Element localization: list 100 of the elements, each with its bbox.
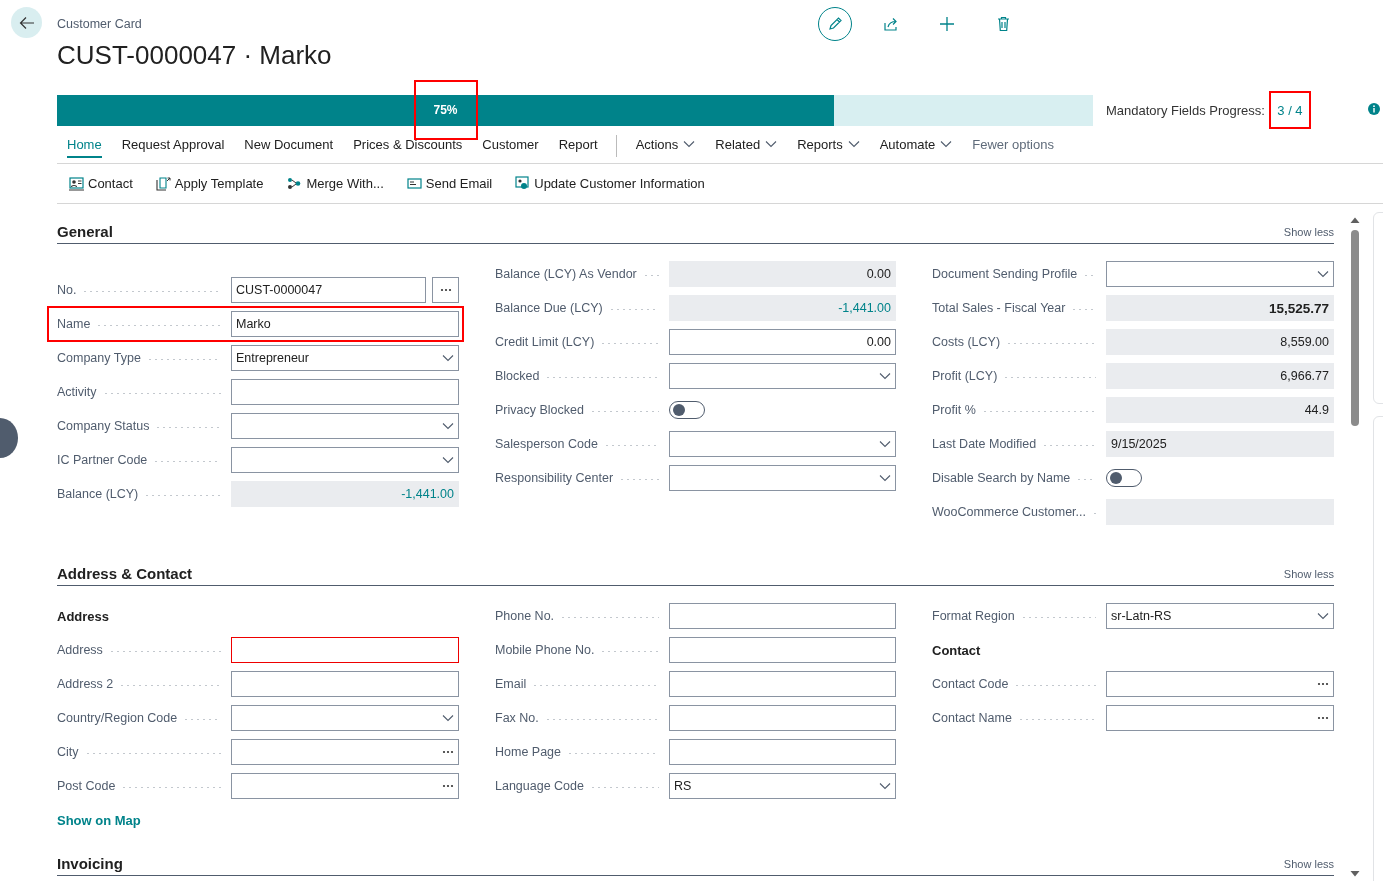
ellipsis-icon — [442, 784, 454, 788]
lookup-button[interactable] — [432, 277, 459, 303]
lookup-field[interactable] — [231, 739, 459, 765]
field-label: Last Date Modified — [932, 437, 1037, 451]
lookup-field[interactable] — [1106, 671, 1334, 697]
email-icon — [406, 178, 422, 189]
dropdown-field[interactable] — [669, 363, 896, 389]
readonly-field: 9/15/2025 — [1106, 431, 1334, 457]
show-on-map-link[interactable]: Show on Map — [57, 812, 141, 828]
chevron-down-icon — [879, 440, 891, 448]
dropdown-field[interactable] — [669, 431, 896, 457]
chevron-down-icon — [765, 140, 778, 148]
info-icon — [1367, 102, 1380, 115]
action-button[interactable]: Update Customer Information — [515, 176, 705, 191]
drilldown-field[interactable]: -1,441.00 — [231, 481, 459, 507]
progress-count: 3 / 4 — [1277, 102, 1303, 118]
chevron-down-icon — [1317, 612, 1329, 620]
dropdown-field[interactable]: RS — [669, 773, 896, 799]
back-button[interactable] — [11, 7, 42, 38]
chevron-down-icon — [442, 714, 454, 722]
field-label: Total Sales - Fiscal Year — [932, 301, 1066, 315]
chevron-down-icon — [940, 140, 953, 148]
text-field[interactable] — [669, 637, 896, 663]
text-field[interactable] — [669, 739, 896, 765]
field-label: Balance (LCY) — [57, 487, 139, 501]
action-tab[interactable]: Home — [67, 134, 102, 158]
group-heading: Contact — [932, 642, 981, 658]
action-button[interactable]: Contact — [69, 176, 133, 191]
lookup-field[interactable] — [1106, 705, 1334, 731]
action-button[interactable]: Apply Template — [155, 176, 264, 191]
action-button[interactable]: Merge With... — [286, 176, 384, 191]
section-title[interactable]: Address & Contact — [57, 565, 193, 582]
share-icon — [883, 16, 899, 32]
dropdown-field[interactable]: sr-Latn-RS — [1106, 603, 1334, 629]
template-icon — [155, 176, 171, 191]
readonly-field: 0.00 — [669, 261, 896, 287]
dropdown-field[interactable] — [231, 413, 459, 439]
dropdown-field[interactable]: Entrepreneur — [231, 345, 459, 371]
dropdown-field[interactable] — [669, 465, 896, 491]
show-less-link[interactable]: Show less — [1283, 568, 1334, 582]
field-label: Phone No. — [495, 609, 555, 623]
field-label: Address 2 — [57, 677, 114, 691]
text-field[interactable] — [669, 603, 896, 629]
menu-button[interactable]: Actions — [635, 134, 696, 158]
field-label: Home Page — [495, 745, 561, 759]
text-field[interactable] — [231, 379, 459, 405]
field-label: Document Sending Profile — [932, 267, 1078, 281]
drilldown-field[interactable]: -1,441.00 — [669, 295, 896, 321]
chevron-down-icon — [442, 422, 454, 430]
action-tab[interactable]: Report — [558, 134, 598, 158]
show-less-link[interactable]: Show less — [1283, 226, 1334, 240]
section-title[interactable]: General — [57, 223, 113, 240]
ellipsis-icon — [1317, 716, 1329, 720]
field-label: Language Code — [495, 779, 584, 793]
text-field[interactable] — [669, 705, 896, 731]
field-label: Mobile Phone No. — [495, 643, 595, 657]
field-label: Activity — [57, 385, 97, 399]
back-arrow-icon — [18, 15, 35, 30]
ellipsis-icon — [1317, 682, 1329, 686]
field-label: Company Type — [57, 351, 141, 365]
page-title: CUST-0000047 · Marko — [57, 40, 333, 71]
dropdown-field[interactable] — [1106, 261, 1334, 287]
text-field[interactable]: Marko — [231, 311, 459, 337]
field-label: Privacy Blocked — [495, 403, 584, 417]
text-field[interactable] — [669, 671, 896, 697]
field-label: Balance (LCY) As Vendor — [495, 267, 637, 281]
text-field[interactable] — [231, 671, 459, 697]
fewer-options-link[interactable]: Fewer options — [972, 134, 1054, 158]
field-label: Fax No. — [495, 711, 539, 725]
field-label: Costs (LCY) — [932, 335, 1001, 349]
progress-label: 75% — [433, 103, 458, 117]
field-label: City — [57, 745, 79, 759]
show-less-link[interactable]: Show less — [1283, 858, 1334, 872]
menu-button[interactable]: Automate — [879, 134, 953, 158]
action-button[interactable]: Send Email — [406, 176, 493, 191]
text-field[interactable] — [231, 637, 459, 663]
readonly-field: 15,525.77 — [1106, 295, 1334, 321]
menu-button[interactable]: Reports — [797, 134, 860, 158]
field-label: Disable Search by Name — [932, 471, 1071, 485]
text-field[interactable]: CUST-0000047 — [231, 277, 426, 303]
number-field[interactable]: 0.00 — [669, 329, 896, 355]
dropdown-field[interactable] — [231, 705, 459, 731]
action-tab[interactable]: New Document — [244, 134, 334, 158]
field-label: IC Partner Code — [57, 453, 148, 467]
field-label: Email — [495, 677, 527, 691]
action-tab[interactable]: Customer — [482, 134, 539, 158]
field-label: WooCommerce Customer... — [932, 505, 1086, 519]
field-label: Format Region — [932, 609, 1015, 623]
action-tab[interactable]: Prices & Discounts — [353, 134, 463, 158]
menu-button[interactable]: Related — [715, 134, 778, 158]
action-tab[interactable]: Request Approval — [121, 134, 225, 158]
lookup-field[interactable] — [231, 773, 459, 799]
update-icon — [515, 176, 531, 191]
pencil-icon — [827, 16, 843, 32]
field-label: Salesperson Code — [495, 437, 598, 451]
chevron-down-icon — [442, 456, 454, 464]
field-label: Contact Name — [932, 711, 1012, 725]
section-title[interactable]: Invoicing — [57, 855, 123, 872]
dropdown-field[interactable] — [231, 447, 459, 473]
readonly-field: 6,966.77 — [1106, 363, 1334, 389]
